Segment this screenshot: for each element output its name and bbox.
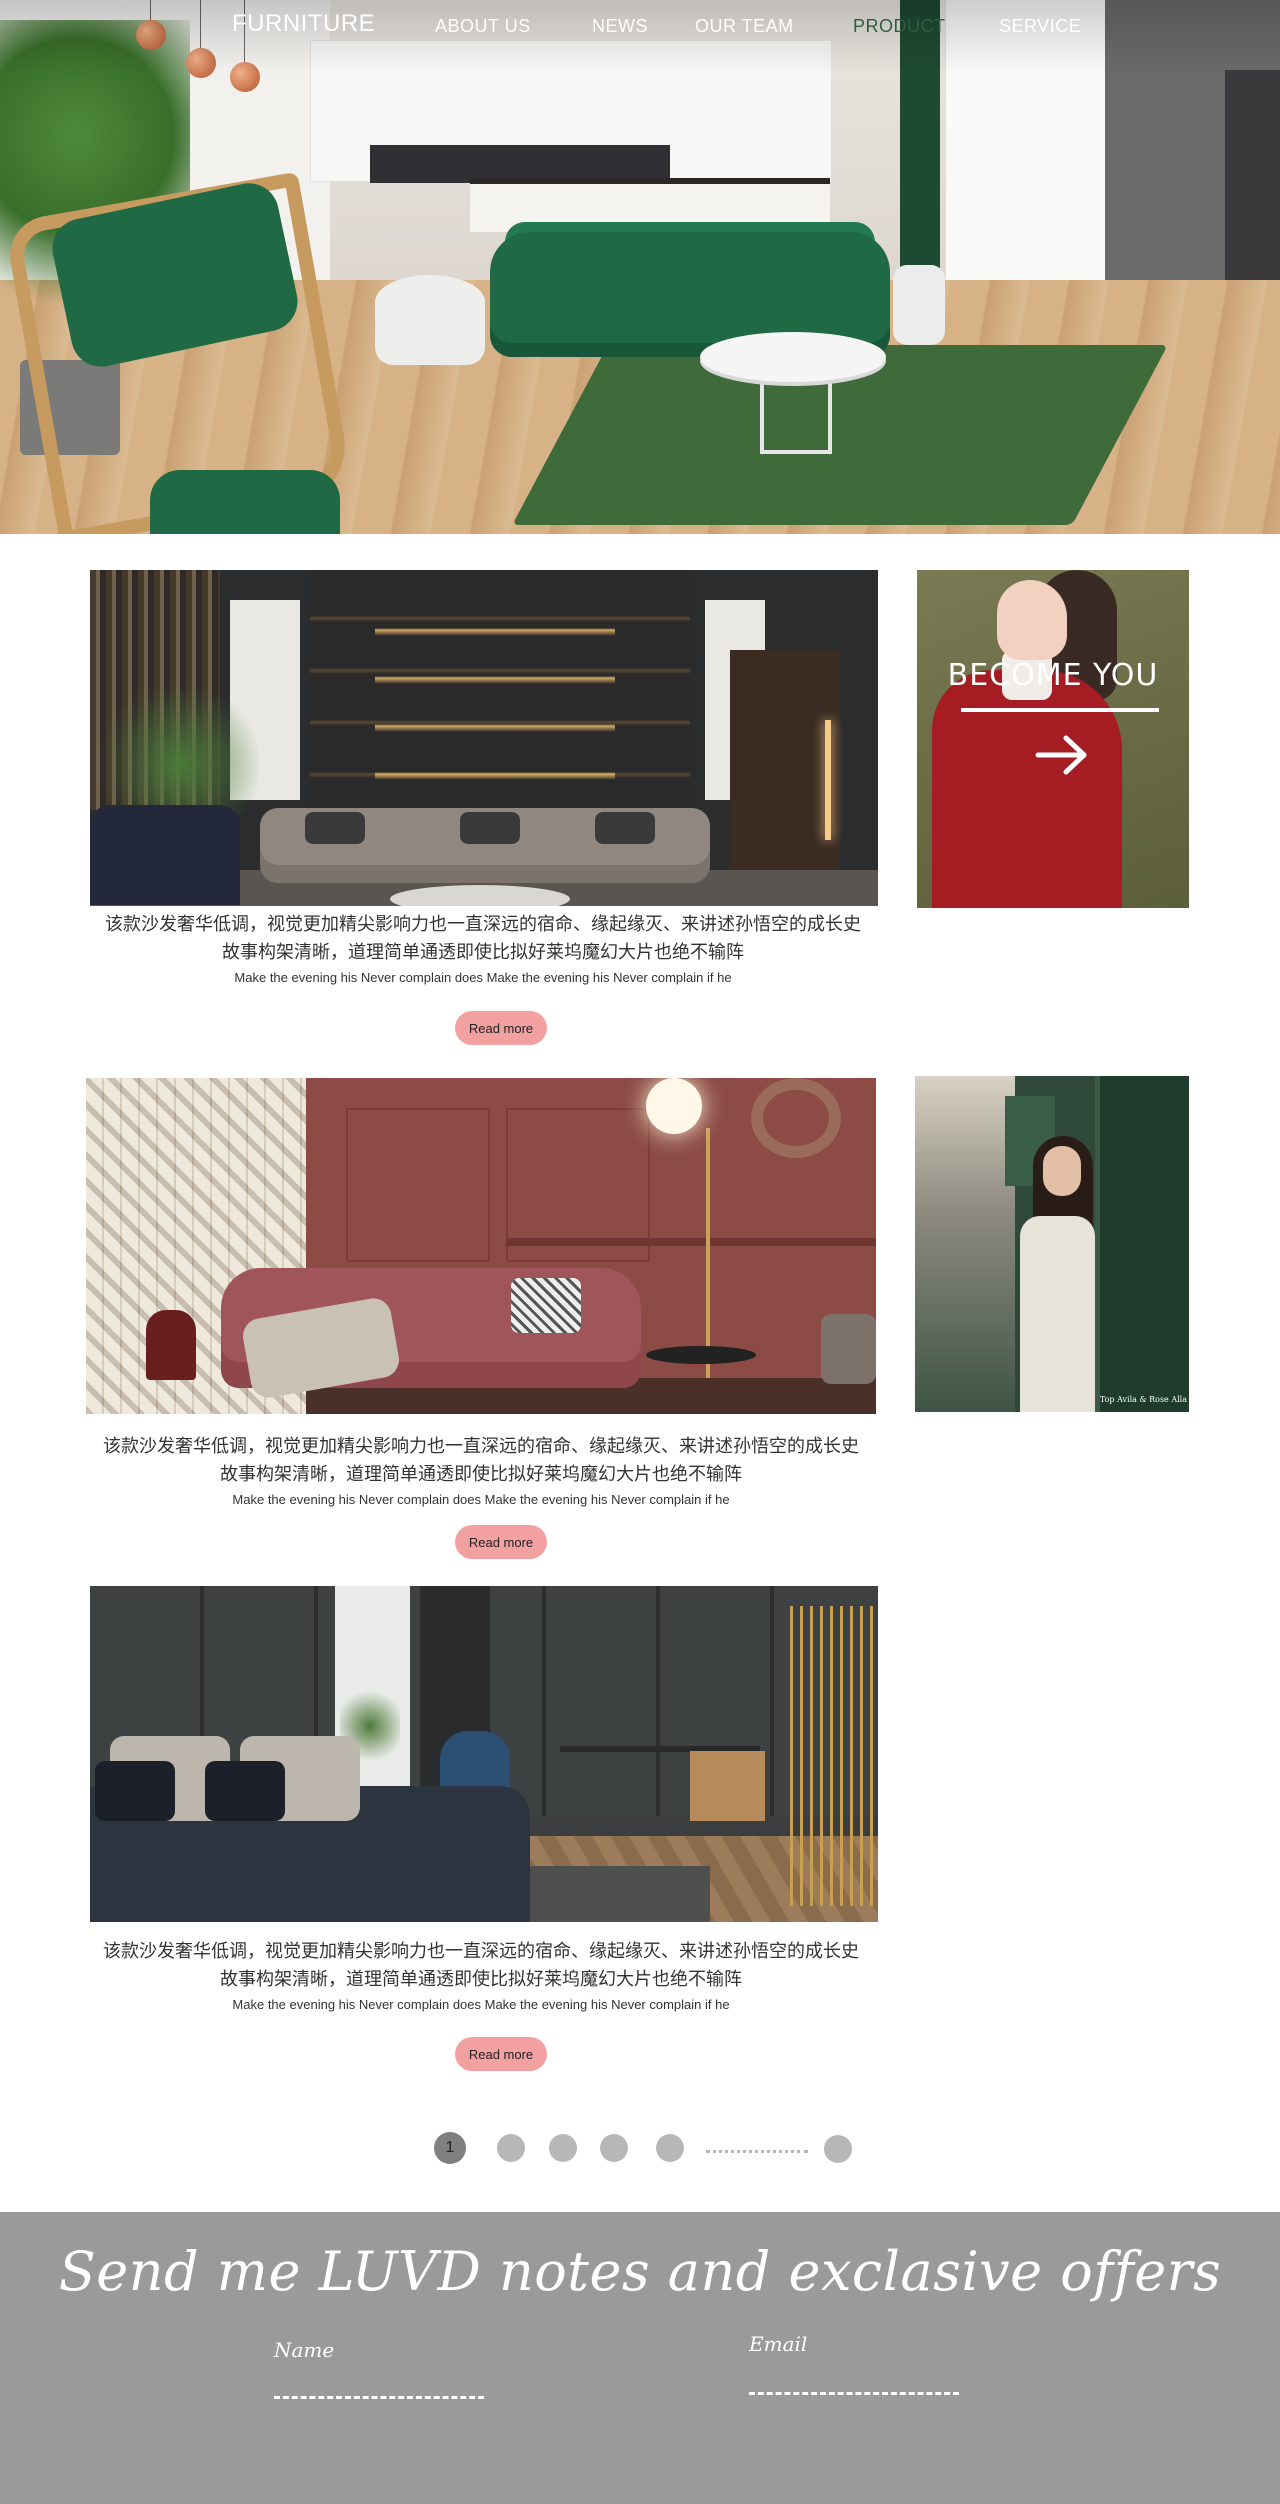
product-description-1: 该款沙发奢华低调，视觉更加精尖影响力也一直深远的宿命、缘起缘灭、来讲述孙悟空的成… [88, 910, 878, 988]
cushion [595, 812, 655, 844]
nav-item-product[interactable]: PRODUCT [853, 16, 946, 37]
wall-panel [346, 1108, 490, 1262]
cushion [205, 1761, 285, 1821]
building-wall [915, 1076, 1015, 1412]
lamp-globe [646, 1078, 702, 1134]
main-nav: FURNITURE ABOUT US NEWS OUR TEAM PRODUCT… [0, 0, 1280, 56]
hero-overlay [0, 0, 1280, 534]
description-en: Make the evening his Never complain does… [232, 1997, 730, 2012]
nav-item-about-us[interactable]: ABOUT US [435, 16, 531, 37]
read-more-button[interactable]: Read more [455, 2037, 547, 2071]
become-you-promo[interactable]: BECOME YOU [917, 570, 1189, 908]
model-face [997, 580, 1067, 660]
brand-logo[interactable]: FURNITURE [232, 10, 375, 38]
side-table [146, 1310, 196, 1380]
description-zh-line1: 该款沙发奢华低调，视觉更加精尖影响力也一直深远的宿命、缘起缘灭、来讲述孙悟空的成… [105, 914, 861, 934]
product-photo-library-living-room[interactable] [90, 570, 878, 906]
product-description-3: 该款沙发奢华低调，视觉更加精尖影响力也一直深远的宿命、缘起缘灭、来讲述孙悟空的成… [86, 1937, 876, 2015]
product-photo-dark-bedroom[interactable] [90, 1586, 878, 1922]
description-zh-line2: 故事构架清晰，道理简单通透即使比拟好莱坞魔幻大片也绝不输阵 [220, 1969, 742, 1989]
wreath [751, 1078, 841, 1158]
page-1-button[interactable]: 1 [434, 2132, 466, 2164]
brass-sculpture [790, 1606, 878, 1906]
newsletter-footer: Send me LUVD notes and exclasive offers … [0, 2212, 1280, 2504]
email-label: Email [749, 2332, 808, 2356]
cushion [511, 1278, 581, 1333]
shelf-lights [375, 588, 615, 788]
cushion [460, 812, 520, 844]
drawer-unit [690, 1751, 765, 1821]
cushion [95, 1761, 175, 1821]
page-dot-button[interactable] [497, 2134, 525, 2162]
email-field[interactable] [749, 2364, 959, 2395]
description-zh-line2: 故事构架清晰，道理简单通透即使比拟好莱坞魔幻大片也绝不输阵 [222, 942, 744, 962]
green-door [1095, 1076, 1189, 1412]
product-photo-rose-living-room[interactable] [86, 1078, 876, 1414]
room-divider [730, 650, 840, 900]
model-face [1043, 1146, 1081, 1196]
light-strip [825, 720, 831, 840]
page-last-button[interactable] [824, 2135, 852, 2163]
pouf [821, 1314, 876, 1384]
read-more-button[interactable]: Read more [455, 1011, 547, 1045]
description-zh-line1: 该款沙发奢华低调，视觉更加精尖影响力也一直深远的宿命、缘起缘灭、来讲述孙悟空的成… [103, 1941, 859, 1961]
promo-title: BECOME YOU [947, 658, 1159, 693]
page-dot-button[interactable] [600, 2134, 628, 2162]
fashion-photo[interactable]: Top Avila & Rose Alla [915, 1076, 1189, 1412]
hero-banner: FURNITURE ABOUT US NEWS OUR TEAM PRODUCT… [0, 0, 1280, 534]
pagination-ellipsis [706, 2150, 808, 2153]
model-dress [1020, 1216, 1095, 1412]
floor-lamp [706, 1128, 710, 1378]
wall-shelf [506, 1238, 876, 1246]
arrow-right-icon[interactable] [1032, 730, 1092, 780]
product-description-2: 该款沙发奢华低调，视觉更加精尖影响力也一直深远的宿命、缘起缘灭、来讲述孙悟空的成… [86, 1432, 876, 1510]
coffee-table [646, 1346, 756, 1364]
promo-underline [961, 708, 1159, 712]
name-field[interactable] [274, 2368, 484, 2399]
page-dot-button[interactable] [656, 2134, 684, 2162]
photo-caption: Top Avila & Rose Alla [1099, 1395, 1187, 1404]
model-red-coat [932, 670, 1122, 908]
description-zh-line2: 故事构架清晰，道理简单通透即使比拟好莱坞魔幻大片也绝不输阵 [220, 1464, 742, 1484]
newsletter-headline: Send me LUVD notes and exclasive offers [58, 2240, 1222, 2303]
name-label: Name [274, 2338, 335, 2362]
armchair [90, 805, 240, 905]
read-more-button[interactable]: Read more [455, 1525, 547, 1559]
nav-item-news[interactable]: NEWS [592, 16, 648, 37]
cushion [305, 812, 365, 844]
description-zh-line1: 该款沙发奢华低调，视觉更加精尖影响力也一直深远的宿命、缘起缘灭、来讲述孙悟空的成… [103, 1436, 859, 1456]
nav-item-service[interactable]: SERVICE [999, 16, 1081, 37]
description-en: Make the evening his Never complain does… [234, 970, 732, 985]
coffee-table [390, 885, 570, 906]
nav-item-our-team[interactable]: OUR TEAM [695, 16, 794, 37]
description-en: Make the evening his Never complain does… [232, 1492, 730, 1507]
page-dot-button[interactable] [549, 2134, 577, 2162]
